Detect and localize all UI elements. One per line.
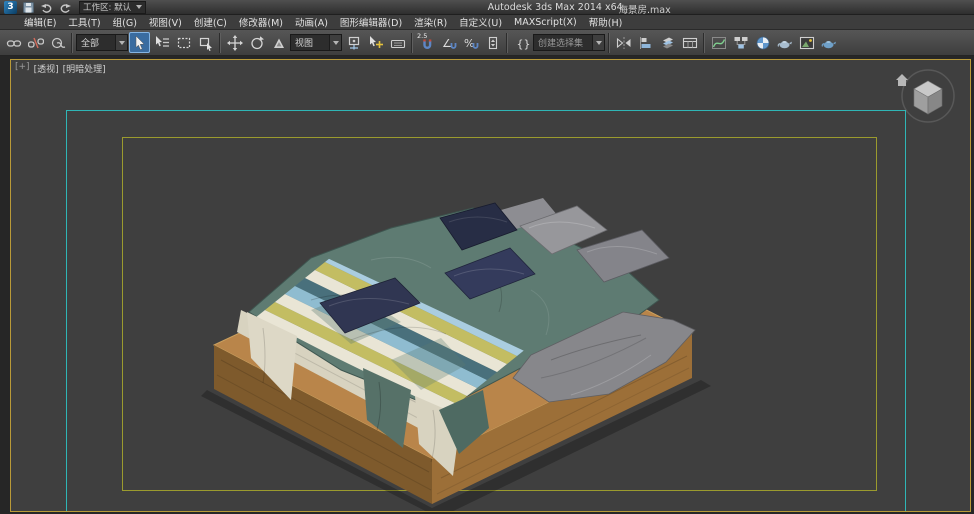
bed-model[interactable]	[11, 60, 970, 511]
viewcube-home-icon	[896, 74, 908, 86]
3ds-max-logo-icon[interactable]: 3	[4, 1, 17, 14]
save-icon[interactable]	[21, 1, 36, 14]
material-editor-icon[interactable]	[752, 32, 773, 53]
select-object-icon[interactable]	[129, 32, 150, 53]
titlebar: 3 工作区: 默认 Autodesk 3ds Max 2014 x64 海景房.…	[0, 0, 974, 15]
toolbar-separator	[219, 33, 221, 53]
document-filename: 海景房.max	[618, 2, 670, 16]
select-and-move-icon[interactable]	[224, 32, 245, 53]
app-title: Autodesk 3ds Max 2014 x64	[488, 2, 623, 13]
menu-modifiers[interactable]: 修改器(M)	[233, 15, 289, 29]
select-and-link-icon[interactable]	[3, 32, 24, 53]
viewport-pov-menu[interactable]: [透视]	[34, 62, 59, 75]
keyboard-shortcut-override-icon[interactable]	[387, 32, 408, 53]
main-toolbar: 全部 视图 2.5 ∠ %	[0, 30, 974, 56]
render-setup-icon[interactable]	[774, 32, 795, 53]
perspective-viewport[interactable]: [+] [透视] [明暗处理]	[10, 59, 971, 512]
toolbar-separator	[506, 33, 508, 53]
menu-tools[interactable]: 工具(T)	[62, 15, 106, 29]
select-and-manipulate-icon[interactable]	[365, 32, 386, 53]
layer-manager-icon[interactable]	[657, 32, 678, 53]
window-crossing-toggle-icon[interactable]	[195, 32, 216, 53]
unlink-selection-icon[interactable]	[25, 32, 46, 53]
menu-rendering[interactable]: 渲染(R)	[408, 15, 453, 29]
svg-text:∠: ∠	[442, 37, 452, 50]
select-by-name-icon[interactable]	[151, 32, 172, 53]
curve-editor-icon[interactable]	[708, 32, 729, 53]
select-and-rotate-icon[interactable]	[246, 32, 267, 53]
toolbar-separator	[703, 33, 705, 53]
menu-customize[interactable]: 自定义(U)	[453, 15, 508, 29]
viewport-general-menu[interactable]: [+]	[15, 62, 30, 75]
menu-animation[interactable]: 动画(A)	[289, 15, 334, 29]
menu-help[interactable]: 帮助(H)	[583, 15, 629, 29]
selection-filter-dropdown[interactable]: 全部	[76, 34, 128, 51]
menu-views[interactable]: 视图(V)	[143, 15, 188, 29]
svg-text:{}: {}	[516, 37, 530, 50]
rendered-frame-window-icon[interactable]	[796, 32, 817, 53]
snap-mode-label: 2.5	[417, 33, 427, 40]
named-selection-sets-value: 创建选择集	[538, 36, 583, 49]
toolbar-separator	[411, 33, 413, 53]
render-production-icon[interactable]	[818, 32, 839, 53]
schematic-view-icon[interactable]	[730, 32, 751, 53]
menubar: 编辑(E) 工具(T) 组(G) 视图(V) 创建(C) 修改器(M) 动画(A…	[0, 15, 974, 30]
spinner-snap-toggle-icon[interactable]	[482, 32, 503, 53]
bind-to-space-warp-icon[interactable]	[47, 32, 68, 53]
viewcube[interactable]	[894, 68, 958, 126]
selection-filter-value: 全部	[81, 36, 99, 49]
select-and-scale-icon[interactable]	[268, 32, 289, 53]
angle-snap-toggle-icon[interactable]: ∠	[438, 32, 459, 53]
undo-icon[interactable]	[39, 1, 54, 14]
rectangular-selection-region-icon[interactable]	[173, 32, 194, 53]
menu-group[interactable]: 组(G)	[107, 15, 143, 29]
workspace-selector[interactable]: 工作区: 默认	[79, 1, 146, 14]
menu-edit[interactable]: 编辑(E)	[18, 15, 62, 29]
menu-maxscript[interactable]: MAXScript(X)	[508, 15, 583, 29]
menu-create[interactable]: 创建(C)	[188, 15, 233, 29]
reference-coordinate-system-dropdown[interactable]: 视图	[290, 34, 342, 51]
toolbar-separator	[71, 33, 73, 53]
use-pivot-point-center-icon[interactable]	[343, 32, 364, 53]
mirror-icon[interactable]	[613, 32, 634, 53]
edit-named-selection-sets-icon[interactable]: {}	[511, 32, 532, 53]
coordinate-system-value: 视图	[295, 36, 313, 49]
chevron-down-icon	[136, 5, 142, 9]
redo-icon[interactable]	[57, 1, 72, 14]
align-icon[interactable]	[635, 32, 656, 53]
chevron-down-icon	[333, 41, 339, 45]
toolbar-separator	[608, 33, 610, 53]
chevron-down-icon	[119, 41, 125, 45]
viewport-shading-menu[interactable]: [明暗处理]	[63, 62, 106, 75]
graphite-ribbon-icon[interactable]	[679, 32, 700, 53]
percent-snap-toggle-icon[interactable]: %	[460, 32, 481, 53]
viewport-label: [+] [透视] [明暗处理]	[15, 62, 106, 75]
snaps-toggle-icon[interactable]: 2.5	[416, 32, 437, 53]
menu-graph-editors[interactable]: 图形编辑器(D)	[334, 15, 408, 29]
named-selection-sets-dropdown[interactable]: 创建选择集	[533, 34, 605, 51]
workspace-label: 工作区: 默认	[83, 1, 131, 13]
chevron-down-icon	[596, 41, 602, 45]
